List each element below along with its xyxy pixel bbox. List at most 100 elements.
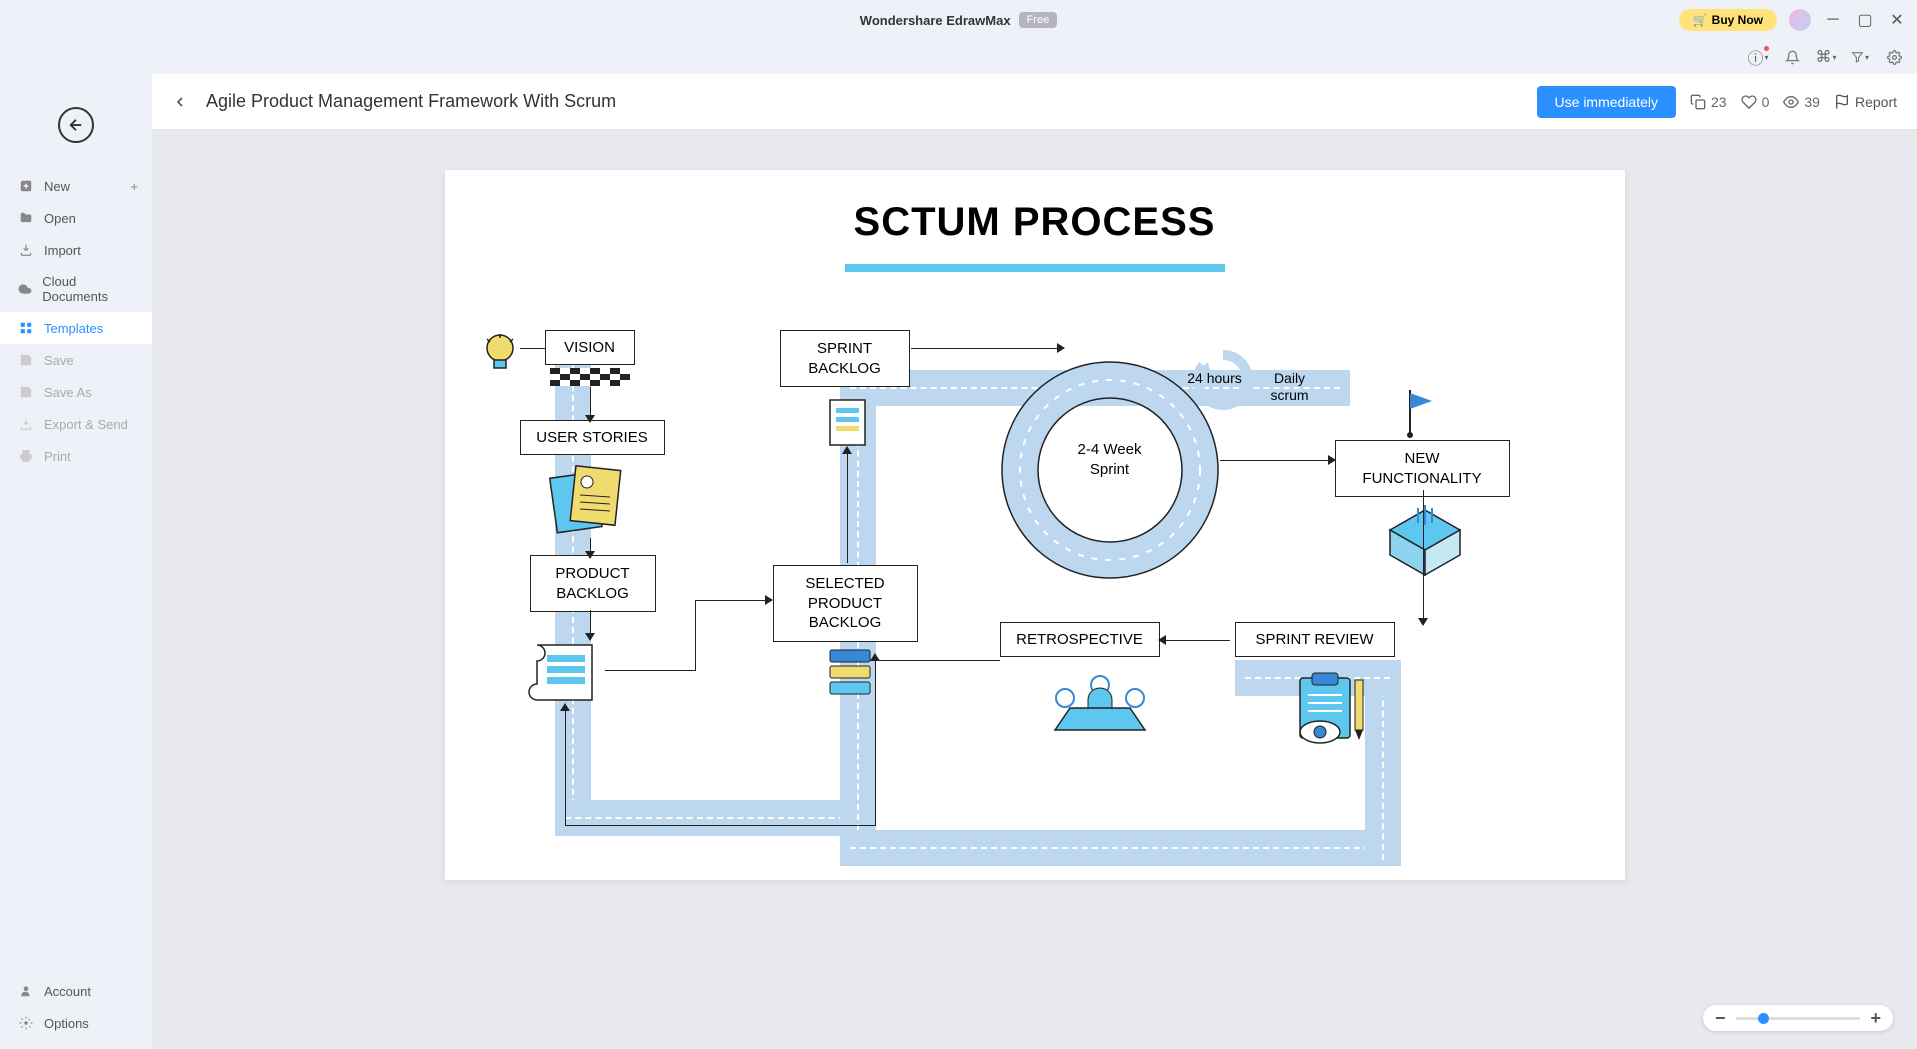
plus-icon[interactable]: + [130,179,138,194]
likes-count: 0 [1762,94,1770,110]
sidebar-item-label: Import [44,243,81,258]
sidebar-item-label: New [44,179,70,194]
arrow [1165,640,1230,641]
diagram-title: SCTUM PROCESS [445,200,1625,245]
checker-pattern [550,368,630,386]
title-center: Wondershare EdrawMax Free [860,12,1057,28]
sidebar-item-open[interactable]: Open [0,202,152,234]
page-header: Agile Product Management Framework With … [152,74,1917,130]
road-dash [565,817,865,819]
box-user-stories: USER STORIES [520,420,665,455]
sidebar-item-account[interactable]: Account [0,975,152,1007]
close-button[interactable]: ✕ [1887,10,1907,30]
bell-icon[interactable] [1783,48,1801,66]
arrow-head [1158,635,1166,645]
cart-icon: 🛒 [1693,13,1708,27]
app-name: Wondershare EdrawMax [860,13,1011,28]
road-dash [850,847,1390,849]
box-vision: VISION [545,330,635,365]
box-retrospective: RETROSPECTIVE [1000,622,1160,657]
arrow [520,348,545,349]
main-area: Agile Product Management Framework With … [152,74,1917,1049]
buy-now-button[interactable]: 🛒 Buy Now [1679,9,1777,31]
zoom-handle[interactable] [1758,1013,1769,1024]
sprint-duration-label: 2-4 Week Sprint [1065,440,1155,479]
arrow [1423,490,1424,620]
sidebar-item-label: Templates [44,321,103,336]
sidebar-item-templates[interactable]: Templates [0,312,152,344]
back-button[interactable] [172,92,192,112]
documents-icon [545,460,630,540]
use-immediately-button[interactable]: Use immediately [1537,86,1676,118]
box-sprint-backlog: SPRINT BACKLOG [780,330,910,387]
filter-icon[interactable]: ▾ [1851,48,1869,66]
sidebar-item-label: Account [44,984,91,999]
box-sprint-review: SPRINT REVIEW [1235,622,1395,657]
box-new-functionality: NEW FUNCTIONALITY [1335,440,1510,497]
titlebar: Wondershare EdrawMax Free 🛒 Buy Now ─ ▢ … [0,0,1917,40]
arrow-head [1328,455,1336,465]
box-selected-product-backlog: SELECTED PRODUCT BACKLOG [773,565,918,642]
sidebar-item-label: Open [44,211,76,226]
sidebar-item-label: Save [44,353,74,368]
shell: New + Open Import Cloud Documents Templa… [0,74,1917,1049]
sidebar-item-options[interactable]: Options [0,1007,152,1039]
templates-icon [18,320,34,336]
box-product-backlog: PRODUCT BACKLOG [530,555,656,612]
report-label: Report [1855,94,1897,110]
avatar[interactable] [1789,9,1811,31]
sidebar-item-label: Options [44,1016,89,1031]
folder-icon [18,210,34,226]
scroll-icon [525,635,605,710]
print-icon [18,448,34,464]
likes-stat[interactable]: 0 [1741,94,1770,110]
sidebar-item-label: Cloud Documents [42,274,134,304]
canvas-area[interactable]: SCTUM PROCESS [152,130,1917,1049]
arrow [847,453,848,563]
minimize-button[interactable]: ─ [1823,10,1843,30]
views-count: 39 [1804,94,1820,110]
export-icon [18,416,34,432]
sidebar-item-cloud[interactable]: Cloud Documents [0,266,152,312]
sidebar-item-import[interactable]: Import [0,234,152,266]
sidebar-item-label: Save As [44,385,92,400]
maximize-button[interactable]: ▢ [1855,10,1875,30]
arrow [605,670,695,671]
diagram: SCTUM PROCESS [445,170,1625,880]
sidebar-item-new[interactable]: New + [0,170,152,202]
back-circle-button[interactable] [58,107,94,143]
buy-now-label: Buy Now [1712,13,1763,27]
copies-stat[interactable]: 23 [1690,94,1727,110]
user-icon [18,983,34,999]
arrow [695,600,770,601]
zoom-slider[interactable] [1736,1017,1861,1020]
arrow-head [585,633,595,641]
sidebar-item-export: Export & Send [0,408,152,440]
arrow [590,387,591,417]
report-button[interactable]: Report [1834,94,1897,110]
arrow [565,710,566,825]
sidebar-item-label: Print [44,449,71,464]
zoom-in-button[interactable]: + [1870,1008,1881,1029]
gear-icon[interactable] [1885,48,1903,66]
grid-icon[interactable]: ⌘▾ [1817,48,1835,66]
stacks-icon [825,645,875,700]
zoom-out-button[interactable]: − [1715,1008,1726,1029]
gear-icon [18,1015,34,1031]
saveas-icon [18,384,34,400]
sidebar-item-print: Print [0,440,152,472]
daily-scrum-label: Daily scrum [1260,370,1320,404]
hours-label: 24 hours [1185,370,1245,387]
doc-icon [825,395,870,450]
plus-box-icon [18,178,34,194]
views-stat: 39 [1783,94,1820,110]
bulb-icon [480,330,520,380]
sidebar: New + Open Import Cloud Documents Templa… [0,74,152,1049]
help-icon[interactable]: ⓘ▾ [1749,48,1767,66]
save-icon [18,352,34,368]
title-underline [845,264,1225,272]
sidebar-item-label: Export & Send [44,417,128,432]
import-icon [18,242,34,258]
arrow-head [585,551,595,559]
zoom-control[interactable]: − + [1703,1005,1893,1031]
